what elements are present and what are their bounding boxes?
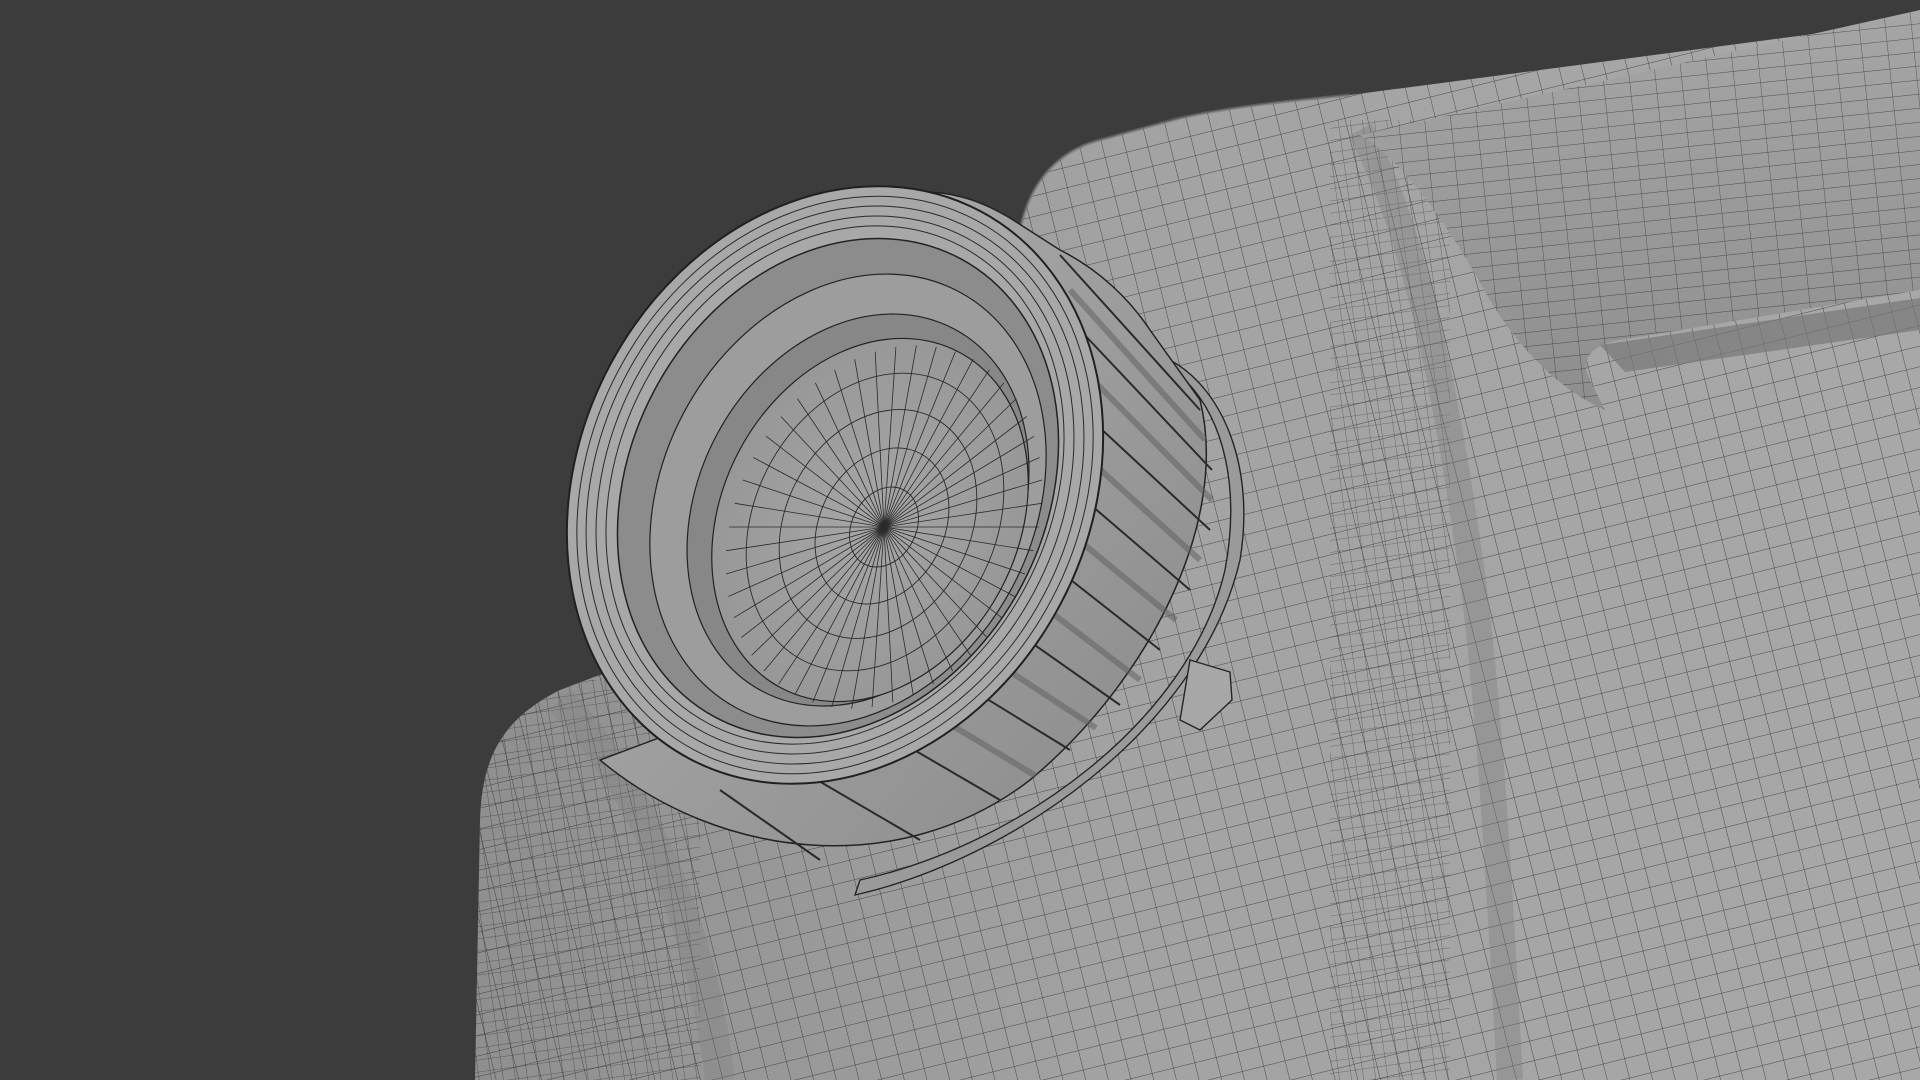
mesh-render: [475, 10, 1920, 1080]
3d-viewport[interactable]: [0, 0, 1920, 1080]
